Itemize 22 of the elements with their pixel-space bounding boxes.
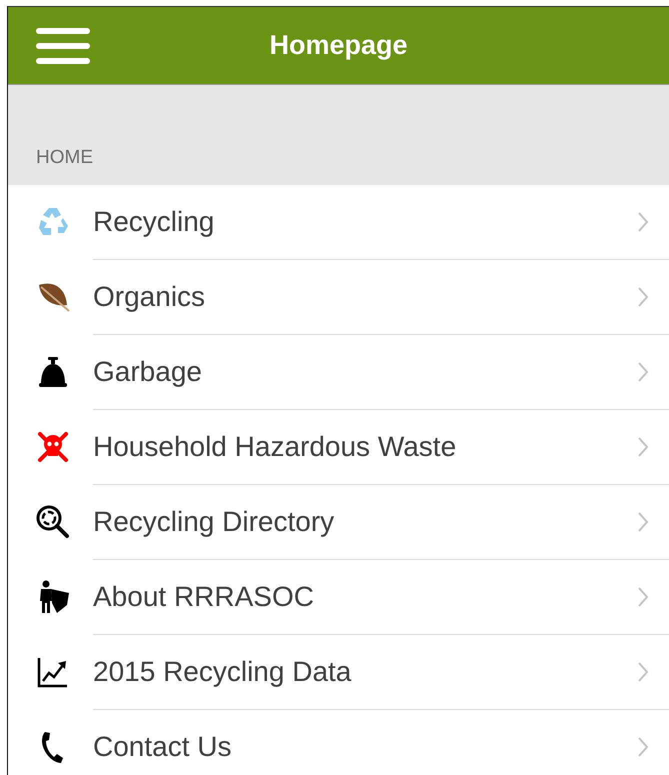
chevron-icon (637, 661, 649, 683)
menu-item-label: Household Hazardous Waste (93, 431, 456, 463)
menu-item-label: About RRRASOC (93, 581, 314, 613)
menu-item-label: Garbage (93, 356, 202, 388)
menu-item-label: Organics (93, 281, 206, 313)
chevron-icon (637, 436, 649, 458)
chevron-icon (637, 361, 649, 383)
page-title: Homepage (269, 30, 408, 61)
menu-button[interactable] (36, 26, 90, 64)
menu-icon (36, 26, 90, 64)
chevron-icon (637, 586, 649, 608)
skull-crossbones-icon (35, 429, 71, 465)
chevron-icon (637, 286, 649, 308)
menu-item-label: Recycling Directory (93, 506, 334, 538)
chevron-icon (637, 211, 649, 233)
chevron-icon (637, 511, 649, 533)
menu-item-label: Recycling (93, 206, 214, 238)
section-label: HOME (36, 147, 93, 169)
menu-item-label: Contact Us (93, 731, 232, 763)
magnifier-icon (35, 504, 71, 540)
chevron-icon (637, 736, 649, 758)
menu-item-label: 2015 Recycling Data (93, 656, 352, 688)
